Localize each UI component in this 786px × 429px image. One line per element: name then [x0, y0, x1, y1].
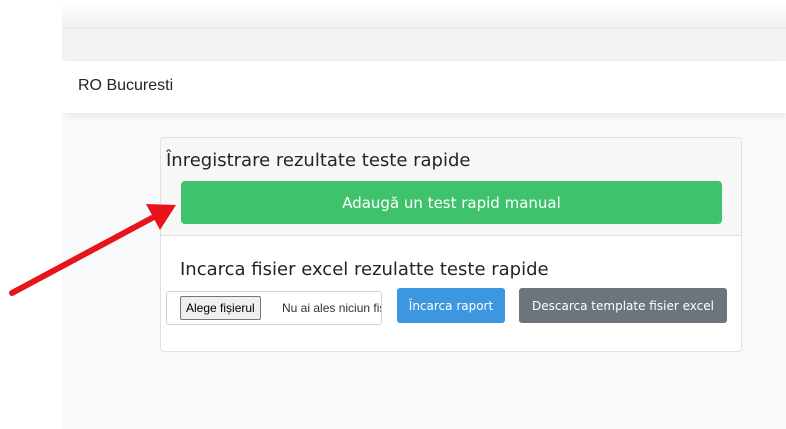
navbar-brand[interactable]: RO Bucuresti [78, 77, 173, 95]
file-status-text: Nu ai ales niciun fișier [282, 301, 381, 315]
file-input[interactable]: Alege fișierul Nu ai ales niciun fișier [166, 291, 382, 325]
download-template-button[interactable]: Descarca template fisier excel [519, 288, 727, 323]
top-bar [62, 0, 786, 28]
upload-report-button[interactable]: Încarca raport [397, 288, 505, 323]
add-manual-test-button[interactable]: Adaugă un test rapid manual [181, 181, 722, 224]
choose-file-button[interactable]: Alege fișierul [180, 296, 261, 320]
secondary-bar [62, 28, 786, 62]
left-fade [0, 0, 70, 429]
navbar: RO Bucuresti [62, 61, 786, 113]
rapid-tests-card: Înregistrare rezultate teste rapide Adau… [160, 137, 742, 352]
upload-section-title: Incarca fisier excel rezulatte teste rap… [180, 259, 549, 280]
app-screen: RO Bucuresti Înregistrare rezultate test… [62, 0, 786, 429]
card-header: Înregistrare rezultate teste rapide Adau… [161, 138, 741, 236]
card-title: Înregistrare rezultate teste rapide [166, 150, 471, 171]
